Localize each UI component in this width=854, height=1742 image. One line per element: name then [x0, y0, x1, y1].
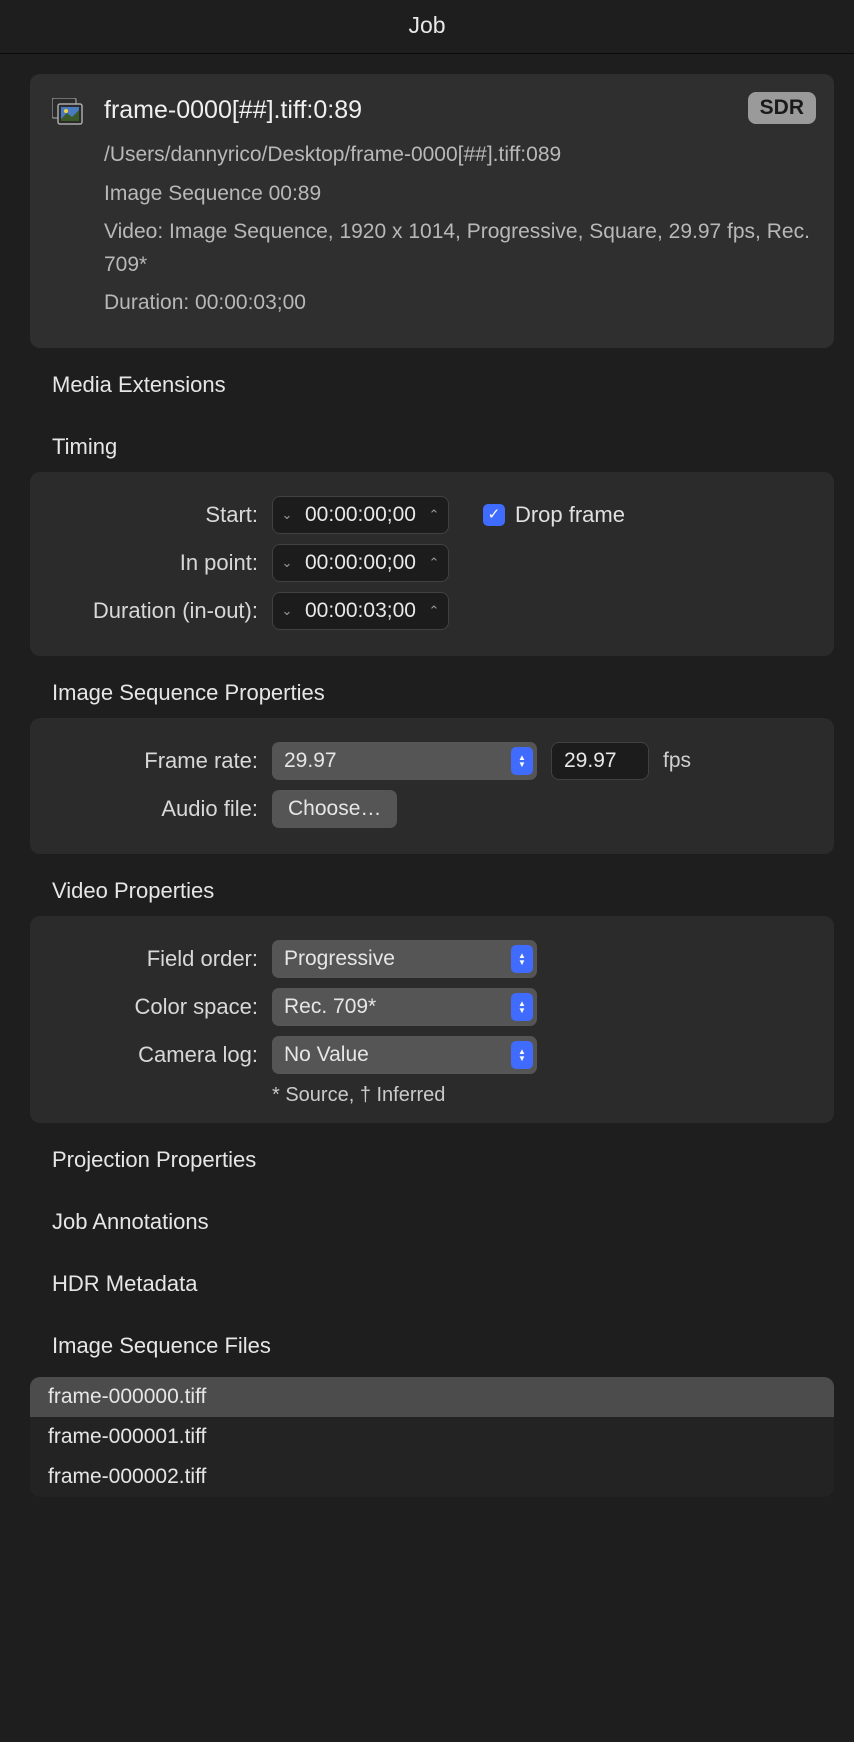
audio-file-label: Audio file:: [52, 796, 258, 822]
drop-frame-label[interactable]: Drop frame: [515, 502, 625, 528]
start-stepper[interactable]: ⌄ 00:00:00;00 ⌃: [272, 496, 449, 534]
job-filename: frame-0000[##].tiff:0:89: [104, 96, 812, 125]
section-image-sequence-properties[interactable]: Image Sequence Properties: [30, 656, 834, 718]
image-sequence-panel: Frame rate: 29.97 ▲▼ 29.97 fps Audio fil…: [30, 718, 834, 854]
camera-log-select[interactable]: No Value ▲▼: [272, 1036, 537, 1074]
section-media-extensions[interactable]: Media Extensions: [30, 348, 834, 410]
section-job-annotations[interactable]: Job Annotations: [30, 1185, 834, 1247]
duration-value[interactable]: 00:00:03;00: [299, 599, 422, 623]
timing-panel: Start: ⌄ 00:00:00;00 ⌃ ✓ Drop frame In p…: [30, 472, 834, 656]
duration-stepper[interactable]: ⌄ 00:00:03;00 ⌃: [272, 592, 449, 630]
inpoint-label: In point:: [52, 550, 258, 576]
duration-label: Duration (in-out):: [52, 598, 258, 624]
color-space-select[interactable]: Rec. 709* ▲▼: [272, 988, 537, 1026]
frame-rate-unit: fps: [663, 749, 691, 773]
color-space-label: Color space:: [52, 994, 258, 1020]
frame-rate-select-value: 29.97: [284, 749, 337, 773]
video-properties-footnote: * Source, † Inferred: [272, 1084, 812, 1107]
camera-log-label: Camera log:: [52, 1042, 258, 1068]
chevron-up-icon[interactable]: ⌃: [422, 545, 446, 581]
field-order-select[interactable]: Progressive ▲▼: [272, 940, 537, 978]
start-value[interactable]: 00:00:00;00: [299, 503, 422, 527]
job-path: /Users/dannyrico/Desktop/frame-0000[##].…: [104, 139, 812, 172]
job-duration: Duration: 00:00:03;00: [104, 287, 812, 320]
start-label: Start:: [52, 502, 258, 528]
image-sequence-icon: [52, 98, 86, 128]
color-space-value: Rec. 709*: [284, 995, 376, 1019]
job-info-card: frame-0000[##].tiff:0:89 /Users/dannyric…: [30, 74, 834, 348]
inpoint-value[interactable]: 00:00:00;00: [299, 551, 422, 575]
file-row[interactable]: frame-000002.tiff: [30, 1457, 834, 1497]
field-order-label: Field order:: [52, 946, 258, 972]
section-projection-properties[interactable]: Projection Properties: [30, 1123, 834, 1185]
file-row[interactable]: frame-000000.tiff: [30, 1377, 834, 1417]
job-sequence: Image Sequence 00:89: [104, 178, 812, 211]
sdr-badge: SDR: [748, 92, 816, 124]
section-video-properties[interactable]: Video Properties: [30, 854, 834, 916]
select-caret-icon: ▲▼: [511, 1041, 533, 1069]
chevron-up-icon[interactable]: ⌃: [422, 497, 446, 533]
field-order-value: Progressive: [284, 947, 395, 971]
inpoint-stepper[interactable]: ⌄ 00:00:00;00 ⌃: [272, 544, 449, 582]
file-row[interactable]: frame-000001.tiff: [30, 1417, 834, 1457]
select-caret-icon: ▲▼: [511, 993, 533, 1021]
select-caret-icon: ▲▼: [511, 945, 533, 973]
select-caret-icon: ▲▼: [511, 747, 533, 775]
frame-rate-label: Frame rate:: [52, 748, 258, 774]
camera-log-value: No Value: [284, 1043, 369, 1067]
chevron-up-icon[interactable]: ⌃: [422, 593, 446, 629]
image-sequence-file-list[interactable]: frame-000000.tiff frame-000001.tiff fram…: [30, 1377, 834, 1497]
job-video-info: Video: Image Sequence, 1920 x 1014, Prog…: [104, 216, 812, 281]
section-timing[interactable]: Timing: [30, 410, 834, 472]
section-hdr-metadata[interactable]: HDR Metadata: [30, 1247, 834, 1309]
choose-audio-button[interactable]: Choose…: [272, 790, 397, 828]
drop-frame-checkbox[interactable]: ✓: [483, 504, 505, 526]
frame-rate-select[interactable]: 29.97 ▲▼: [272, 742, 537, 780]
section-image-sequence-files[interactable]: Image Sequence Files: [30, 1309, 834, 1371]
chevron-down-icon[interactable]: ⌄: [275, 593, 299, 629]
chevron-down-icon[interactable]: ⌄: [275, 545, 299, 581]
frame-rate-input[interactable]: 29.97: [551, 742, 649, 780]
video-properties-panel: Field order: Progressive ▲▼ Color space:…: [30, 916, 834, 1123]
window-title: Job: [0, 0, 854, 54]
chevron-down-icon[interactable]: ⌄: [275, 497, 299, 533]
